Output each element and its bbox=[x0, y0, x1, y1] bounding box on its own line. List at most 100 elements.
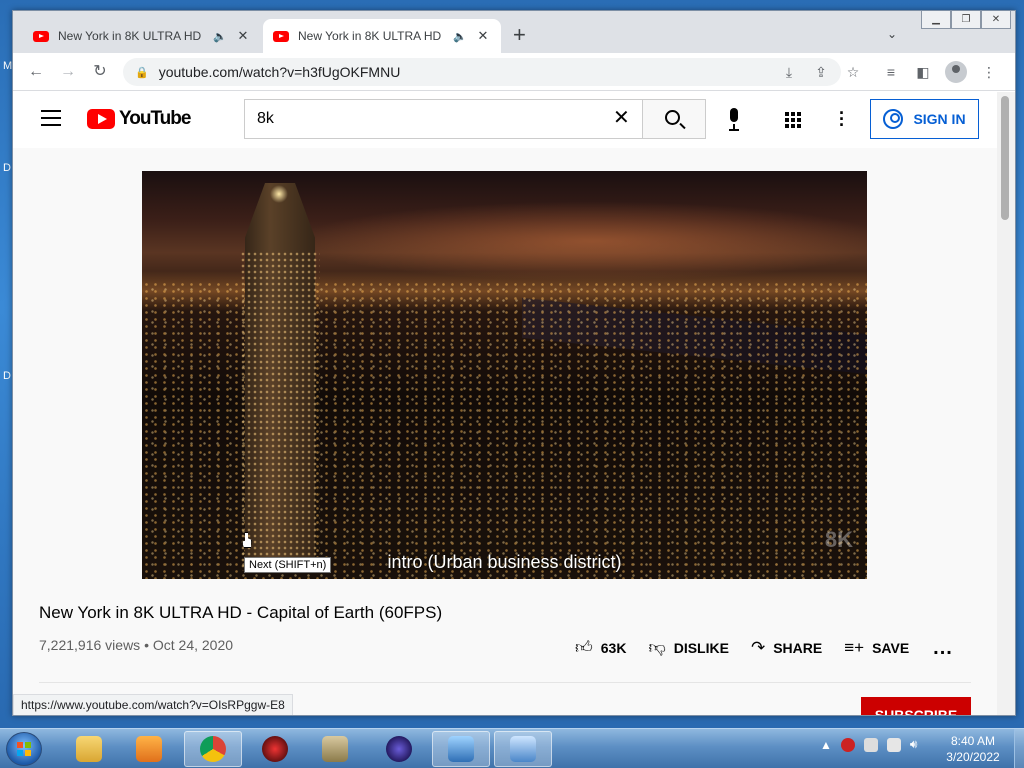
browser-window: New York in 8K ULTRA HD - Capital of Ear… bbox=[12, 10, 1016, 716]
divider bbox=[39, 682, 971, 683]
tab-title: New York in 8K ULTRA HD - Capital of Ear… bbox=[58, 29, 205, 43]
folder-icon bbox=[76, 736, 102, 762]
more-actions-icon[interactable]: ... bbox=[933, 638, 953, 658]
new-tab-button[interactable]: + bbox=[513, 24, 526, 46]
youtube-favicon-icon bbox=[273, 30, 289, 42]
tab-strip: New York in 8K ULTRA HD - Capital of Ear… bbox=[13, 11, 1015, 53]
clock-date: 3/20/2022 bbox=[946, 750, 1000, 764]
share-arrow-icon: ↷ bbox=[750, 637, 766, 657]
scrollbar-thumb[interactable] bbox=[1001, 96, 1009, 220]
taskbar-app-network[interactable] bbox=[432, 731, 490, 767]
tray-expand-icon[interactable]: ▲ bbox=[820, 738, 832, 752]
lock-app-icon bbox=[322, 736, 348, 762]
chrome-icon bbox=[200, 736, 226, 762]
desktop-icon-label: D bbox=[3, 162, 11, 174]
media-control-icon[interactable]: ≡ bbox=[881, 62, 901, 82]
tray-app-icon[interactable] bbox=[840, 737, 855, 752]
youtube-wordmark: YouTube bbox=[119, 108, 191, 129]
search-icon bbox=[665, 110, 680, 125]
taskbar-app-red[interactable] bbox=[246, 731, 304, 767]
taskbar-app-control[interactable] bbox=[494, 731, 552, 767]
link-status-bubble: https://www.youtube.com/watch?v=OIsRPggw… bbox=[13, 694, 293, 715]
tab-search-chevron-icon[interactable]: ⌄ bbox=[887, 27, 897, 41]
share-label: SHARE bbox=[773, 639, 823, 656]
video-player[interactable]: 8K intro (Urban business district) Next … bbox=[142, 171, 867, 579]
lock-icon[interactable]: 🔒 bbox=[135, 66, 149, 79]
subscribe-button[interactable]: SUBSCRIBE bbox=[861, 697, 971, 715]
network-icon[interactable] bbox=[886, 737, 901, 752]
back-arrow-icon[interactable]: ← bbox=[25, 61, 47, 83]
taskbar-media-player[interactable] bbox=[120, 731, 178, 767]
bookmark-star-icon[interactable]: ☆ bbox=[843, 62, 863, 82]
video-frame-sky bbox=[292, 201, 867, 281]
taskbar-chrome[interactable] bbox=[184, 731, 242, 767]
thumbs-down-icon: 👎︎ bbox=[648, 638, 666, 657]
like-button[interactable]: 👍︎ 63K bbox=[575, 637, 626, 658]
tab-youtube-1[interactable]: New York in 8K ULTRA HD - Capital of Ear… bbox=[23, 19, 261, 53]
video-watermark: 8K bbox=[824, 527, 853, 552]
address-bar[interactable]: 🔒 youtube.com/watch?v=h3fUgOKFMNU bbox=[123, 58, 841, 86]
video-frame-tower-lights bbox=[240, 251, 320, 571]
youtube-favicon-icon bbox=[33, 30, 49, 42]
start-button[interactable] bbox=[6, 732, 42, 766]
close-tab-icon[interactable]: ✕ bbox=[235, 28, 251, 44]
windows-logo-icon bbox=[17, 742, 31, 756]
desktop-icon-label: M bbox=[3, 60, 13, 72]
youtube-page: YouTube 8k ✕ · · · SIGN IN 8K intro (Urban… bbox=[13, 92, 997, 715]
close-tab-icon[interactable]: ✕ bbox=[475, 28, 491, 44]
youtube-play-icon bbox=[87, 109, 115, 129]
browser-menu-icon[interactable]: ⋮ bbox=[979, 62, 999, 82]
page-scrollbar[interactable] bbox=[997, 92, 1015, 715]
clear-search-icon[interactable]: ✕ bbox=[613, 108, 630, 128]
control-panel-icon bbox=[510, 736, 536, 762]
apps-grid-icon[interactable] bbox=[785, 112, 801, 128]
like-count: 63K bbox=[600, 639, 627, 656]
restore-button[interactable]: ❐ bbox=[951, 11, 981, 29]
windows-taskbar: ▲ 🔊︎ 8:40 AM 3/20/2022 bbox=[0, 728, 1024, 768]
video-title: New York in 8K ULTRA HD - Capital of Ear… bbox=[39, 603, 443, 622]
browser-toolbar: ← → ↻ 🔒 youtube.com/watch?v=h3fUgOKFMNU … bbox=[13, 53, 1015, 91]
clock-time: 8:40 AM bbox=[950, 734, 996, 748]
tab-youtube-2[interactable]: New York in 8K ULTRA HD - Capital of Ear… bbox=[263, 19, 501, 53]
minimize-button[interactable]: ▁ bbox=[921, 11, 951, 29]
next-tooltip: Next (SHIFT+n) bbox=[244, 557, 332, 573]
taskbar-app-lock[interactable] bbox=[306, 731, 364, 767]
dislike-button[interactable]: 👎︎ DISLIKE bbox=[648, 637, 729, 658]
save-button[interactable]: ≡+ SAVE bbox=[844, 638, 909, 658]
tab-title: New York in 8K ULTRA HD - Capital of Ear… bbox=[298, 29, 445, 43]
forward-arrow-icon[interactable]: → bbox=[57, 61, 79, 83]
app-icon bbox=[386, 736, 412, 762]
side-panel-icon[interactable]: ◧ bbox=[913, 62, 933, 82]
voice-search-icon[interactable] bbox=[725, 108, 743, 132]
window-controls: ▁ ❐ ✕ bbox=[921, 11, 1011, 29]
volume-icon[interactable]: 🔊︎ bbox=[910, 737, 918, 752]
view-count: 7,221,916 views bbox=[39, 637, 141, 653]
speaker-icon[interactable]: 🔈 bbox=[453, 30, 467, 43]
close-window-button[interactable]: ✕ bbox=[981, 11, 1011, 29]
youtube-header: YouTube 8k ✕ · · · SIGN IN bbox=[13, 92, 997, 148]
taskbar-app-purple[interactable] bbox=[370, 731, 428, 767]
share-page-icon[interactable]: ⇪ bbox=[811, 62, 831, 82]
user-circle-icon bbox=[883, 109, 904, 129]
media-player-icon bbox=[136, 736, 162, 762]
action-center-icon[interactable] bbox=[863, 737, 878, 752]
profile-avatar-icon[interactable] bbox=[945, 61, 967, 83]
sign-in-label: SIGN IN bbox=[913, 111, 966, 127]
youtube-logo[interactable]: YouTube bbox=[87, 108, 191, 130]
hamburger-menu-icon[interactable] bbox=[41, 110, 61, 126]
search-button[interactable] bbox=[642, 99, 706, 139]
reload-icon[interactable]: ↻ bbox=[89, 61, 111, 83]
install-app-icon[interactable]: ⤓ bbox=[779, 62, 799, 82]
speaker-icon[interactable]: 🔈 bbox=[213, 30, 227, 43]
taskbar-clock[interactable]: 8:40 AM 3/20/2022 bbox=[940, 733, 1006, 765]
video-meta: 7,221,916 views • Oct 24, 2020 bbox=[39, 637, 233, 653]
settings-more-icon[interactable]: · · · bbox=[839, 104, 845, 134]
thumbs-up-icon: 👍︎ bbox=[575, 638, 593, 657]
sign-in-button[interactable]: SIGN IN bbox=[870, 99, 979, 139]
show-desktop-button[interactable] bbox=[1014, 729, 1024, 768]
video-frame-tower-top bbox=[270, 185, 288, 203]
share-button[interactable]: ↷ SHARE bbox=[751, 638, 822, 658]
taskbar-explorer[interactable] bbox=[60, 731, 118, 767]
app-icon bbox=[262, 736, 288, 762]
search-input[interactable]: 8k bbox=[244, 99, 642, 139]
